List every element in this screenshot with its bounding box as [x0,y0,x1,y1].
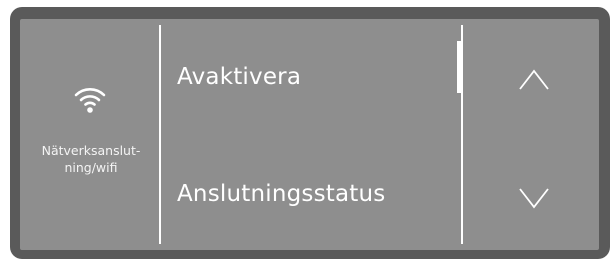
left-divider [159,25,161,244]
settings-category-label-line2: ning/wifi [64,160,118,175]
scrollbar-thumb[interactable] [457,41,463,93]
settings-category-label: Nätverksanslut- ning/wifi [24,142,158,176]
chevron-up-icon[interactable] [517,68,551,92]
wifi-icon [72,81,108,117]
settings-category-label-line1: Nätverksanslut- [41,143,141,158]
menu-item-avaktivera[interactable]: Avaktivera [177,64,301,90]
display-screen: Nätverksanslut- ning/wifi Avaktivera Ans… [20,19,599,250]
menu-item-anslutningsstatus[interactable]: Anslutningsstatus [177,181,385,207]
chevron-down-icon[interactable] [517,186,551,210]
settings-category-panel: Nätverksanslut- ning/wifi [20,19,159,250]
